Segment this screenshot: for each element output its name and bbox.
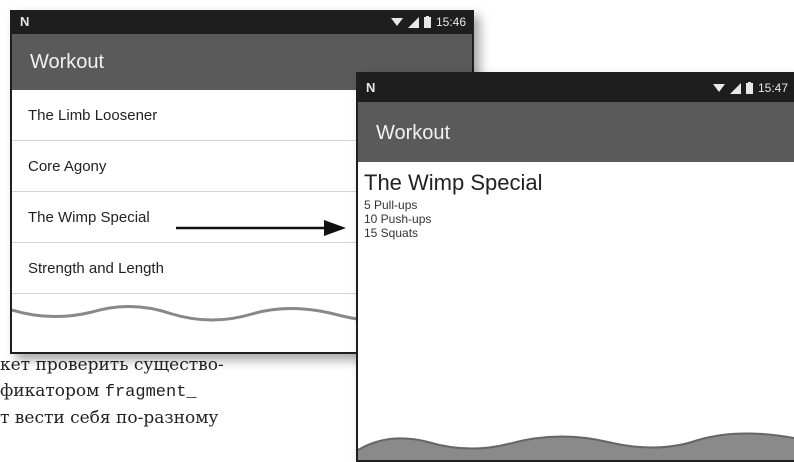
battery-icon bbox=[745, 82, 753, 94]
app-title: Workout bbox=[30, 51, 105, 73]
wifi-icon bbox=[712, 84, 725, 92]
phone-screen-detail: N 15:47 Workout The Wimp Special 5 Pull-… bbox=[356, 72, 794, 462]
page-text-line-2-a: фикатором bbox=[0, 381, 105, 401]
status-bar: N 15:46 bbox=[12, 12, 472, 34]
status-bar: N 15:47 bbox=[358, 74, 794, 102]
signal-icon bbox=[407, 16, 419, 28]
workout-detail-line-1: 5 Pull-ups bbox=[364, 198, 418, 212]
status-time: 15:47 bbox=[757, 81, 788, 95]
page-text-line-2-code: fragment_ bbox=[104, 383, 197, 402]
notification-n-icon: N bbox=[20, 14, 30, 29]
torn-edge-detail bbox=[358, 432, 794, 460]
status-icons: 15:47 bbox=[712, 81, 788, 95]
page-text-line-1: кет проверить существо- bbox=[0, 355, 224, 375]
page-text-line-2: фикатором fragment_ bbox=[0, 381, 197, 402]
status-icons: 15:46 bbox=[390, 15, 466, 29]
app-title: Workout bbox=[376, 122, 451, 144]
workout-detail-line-3: 15 Squats bbox=[364, 226, 419, 240]
workout-detail-line-2: 10 Push-ups bbox=[364, 212, 432, 226]
workout-detail-title: The Wimp Special bbox=[364, 170, 543, 195]
wifi-icon bbox=[390, 18, 403, 26]
battery-icon bbox=[423, 16, 431, 28]
notification-n-icon: N bbox=[366, 80, 376, 95]
status-time: 15:46 bbox=[435, 15, 466, 29]
app-bar: Workout bbox=[358, 102, 794, 162]
signal-icon bbox=[729, 82, 741, 94]
page-text-line-3: т вести себя по-разному bbox=[0, 408, 219, 428]
